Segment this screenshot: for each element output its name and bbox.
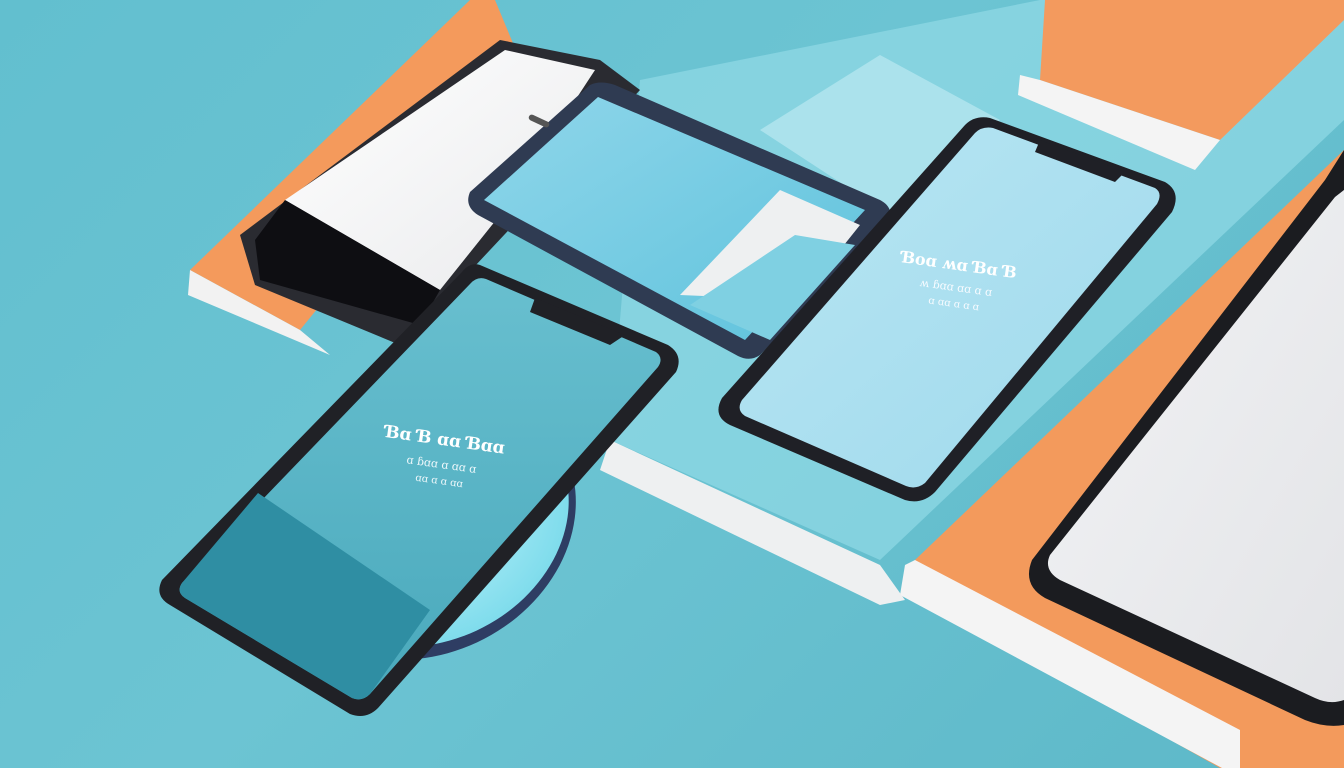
product-mockup-scene: Ɓoɑ ʍɑ Ɓɑ Ɓ ʍ ɓɑɑ ɑɑ ɑ ɑ ɑ ɑɑ ɑ ɑ ɑ Ɓɑ Ɓ…: [0, 0, 1344, 768]
scene-artwork: [159, 0, 1344, 768]
